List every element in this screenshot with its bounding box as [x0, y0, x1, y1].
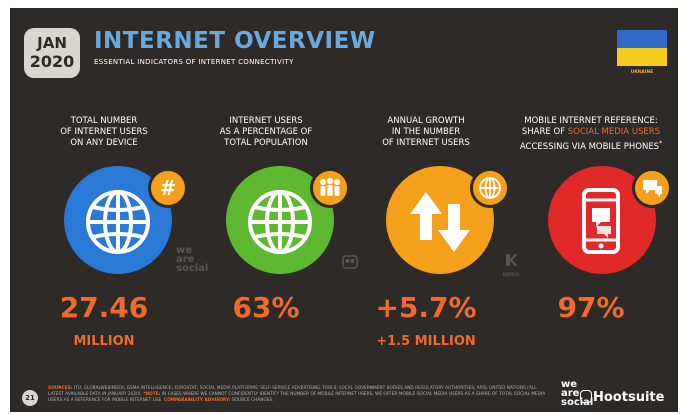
hootsuite-logo: Hootsuite: [593, 390, 665, 405]
heading-highlight: SOCIAL MEDIA USERS: [567, 127, 661, 137]
watermark-text: KEPIOS: [502, 272, 520, 277]
metric-value-mobile-social: 97%: [557, 291, 625, 324]
footer: 21 SOURCES: ITU; GLOBALWEBINDEX; GSMA IN…: [10, 378, 678, 412]
people-icon: [310, 168, 350, 208]
country-label: UKRAINE: [630, 70, 654, 75]
heading-line: TOTAL NUMBER: [70, 116, 138, 126]
metric-value-growth: +5.7%: [375, 291, 477, 324]
metric-unit-total-users: MILLION: [73, 334, 135, 349]
globe-icon: [470, 168, 510, 208]
flag-blue-band: [617, 30, 667, 48]
heading-line: MOBILE INTERNET REFERENCE:: [524, 116, 658, 126]
sources-label: SOURCES:: [48, 386, 73, 391]
heading-line: OF INTERNET USERS: [382, 138, 470, 148]
watermark-text: social: [176, 263, 209, 274]
heading-line: ACCESSING VIA MOBILE PHONES*: [513, 138, 669, 153]
note-label: *NOTE:: [143, 392, 161, 397]
heading-line: IN THE NUMBER: [391, 127, 461, 137]
metric-value-total-users: 27.46: [59, 291, 149, 324]
owl-watermark-icon: [342, 254, 358, 274]
heading-line: SHARE OF SOCIAL MEDIA USERS: [513, 127, 669, 138]
advisory-label: COMPARABILITY ADVISORY:: [163, 398, 231, 403]
kepios-logo-icon: [506, 254, 518, 266]
heading-line: ON ANY DEVICE: [70, 138, 138, 148]
flag-yellow-band: [617, 48, 667, 66]
chat-bubbles-icon: [632, 168, 672, 208]
heading-line: AS A PERCENTAGE OF: [219, 127, 313, 137]
svg-text:#: #: [160, 176, 177, 200]
heading-text: SHARE OF: [521, 127, 568, 137]
kepios-watermark: KEPIOS: [500, 252, 522, 277]
advisory-body: SOURCE CHANGES.: [231, 398, 274, 403]
ukraine-flag-icon: [617, 30, 667, 66]
metric-heading-total-users: TOTAL NUMBER OF INTERNET USERS ON ANY DE…: [29, 116, 179, 149]
hashtag-icon: #: [148, 168, 188, 208]
date-badge: JAN 2020: [24, 28, 80, 78]
date-year: 2020: [29, 52, 75, 71]
page-title: INTERNET OVERVIEW: [94, 28, 376, 54]
heading-line: OF INTERNET USERS: [60, 127, 148, 137]
metric-value-penetration: 63%: [232, 291, 300, 324]
heading-line: ANNUAL GROWTH: [387, 116, 465, 126]
we-are-social-watermark: we are social: [176, 246, 209, 274]
page-number: 21: [22, 390, 38, 406]
metric-heading-mobile-social: MOBILE INTERNET REFERENCE: SHARE OF SOCI…: [513, 116, 669, 153]
slide: JAN 2020 INTERNET OVERVIEW ESSENTIAL IND…: [10, 8, 678, 412]
heading-line: INTERNET USERS: [229, 116, 303, 126]
sources-text: SOURCES: ITU; GLOBALWEBINDEX; GSMA INTEL…: [48, 386, 548, 404]
footnote-mark: *: [659, 140, 663, 147]
page-subtitle: ESSENTIAL INDICATORS OF INTERNET CONNECT…: [94, 58, 294, 66]
metric-heading-penetration: INTERNET USERS AS A PERCENTAGE OF TOTAL …: [191, 116, 341, 149]
date-month: JAN: [37, 34, 67, 52]
heading-line: TOTAL POPULATION: [224, 138, 308, 148]
heading-text: ACCESSING VIA MOBILE PHONES: [519, 141, 660, 152]
hootsuite-owl-icon: [580, 390, 592, 403]
metric-heading-growth: ANNUAL GROWTH IN THE NUMBER OF INTERNET …: [351, 116, 501, 149]
metric-unit-growth: +1.5 MILLION: [376, 334, 476, 349]
